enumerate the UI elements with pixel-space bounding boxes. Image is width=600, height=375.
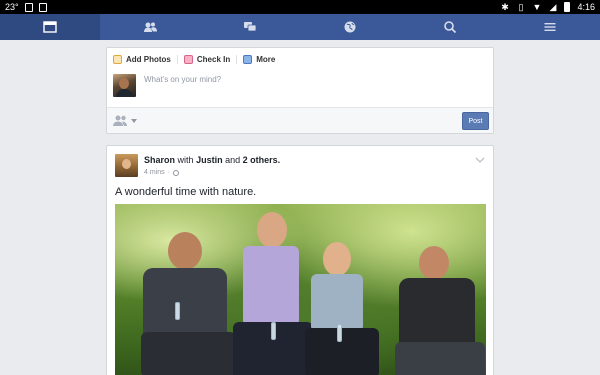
story-photo[interactable]: [115, 204, 486, 375]
bluetooth-icon: ✱: [501, 1, 509, 12]
and-word: and: [225, 155, 241, 165]
tab-notifications[interactable]: [300, 14, 400, 40]
status-input[interactable]: What's on your mind?: [144, 75, 221, 84]
status-composer: Add Photos Check In More What's on your …: [106, 47, 494, 134]
author-name[interactable]: Sharon: [144, 155, 175, 165]
story-meta: 4 mins ·: [144, 169, 179, 176]
vibrate-icon: ▯: [518, 1, 524, 12]
clock: 4:16: [577, 2, 595, 12]
tab-messages[interactable]: [200, 14, 300, 40]
tab-menu[interactable]: [500, 14, 600, 40]
chevron-down-icon[interactable]: [475, 156, 485, 164]
notifications-globe-icon: [344, 21, 356, 33]
top-navigation: [0, 14, 600, 40]
signal-icon: ◢: [549, 1, 557, 12]
composer-footer: Post: [107, 107, 493, 133]
avatar[interactable]: [115, 154, 138, 177]
check-in-button[interactable]: Check In: [183, 55, 238, 64]
tab-news-feed[interactable]: [0, 14, 100, 40]
post-button[interactable]: Post: [462, 112, 489, 130]
news-feed-icon: [43, 21, 57, 33]
status-bar: 23° ✱ ▯ ▼ ◢ 4:16: [0, 0, 600, 14]
composer-actions: Add Photos Check In More: [113, 55, 287, 64]
wifi-icon: ▼: [532, 1, 542, 12]
battery-icon: [564, 2, 571, 12]
feed-story: Sharon with Justin and 2 others. 4 mins …: [106, 145, 494, 375]
audience-selector[interactable]: [113, 115, 137, 126]
tagged-name[interactable]: Justin: [196, 155, 223, 165]
add-photos-label: Add Photos: [126, 55, 171, 64]
more-button[interactable]: More: [243, 55, 281, 64]
story-text: A wonderful time with nature.: [115, 186, 257, 198]
messages-icon: [244, 22, 257, 32]
tagged-others[interactable]: 2 others.: [243, 155, 281, 165]
chevron-down-icon: [131, 118, 137, 123]
story-header: Sharon with Justin and 2 others.: [144, 155, 280, 165]
with-word: with: [177, 155, 194, 165]
add-photos-button[interactable]: Add Photos: [113, 55, 178, 64]
tab-search[interactable]: [400, 14, 500, 40]
location-pin-icon: [183, 55, 193, 64]
menu-icon: [544, 23, 556, 31]
temperature: 23°: [5, 2, 19, 12]
tab-friend-requests[interactable]: [100, 14, 200, 40]
privacy-icon: [172, 169, 179, 176]
sim-card-icon: [24, 2, 33, 12]
friends-audience-icon: [113, 115, 127, 126]
photo-icon: [113, 55, 122, 64]
search-icon: [444, 21, 457, 34]
timestamp[interactable]: 4 mins: [144, 169, 165, 176]
more-icon: [243, 55, 253, 64]
briefcase-icon: [38, 2, 47, 12]
friend-requests-icon: [144, 22, 157, 32]
avatar: [113, 74, 136, 97]
more-label: More: [256, 55, 276, 64]
check-in-label: Check In: [196, 55, 231, 64]
